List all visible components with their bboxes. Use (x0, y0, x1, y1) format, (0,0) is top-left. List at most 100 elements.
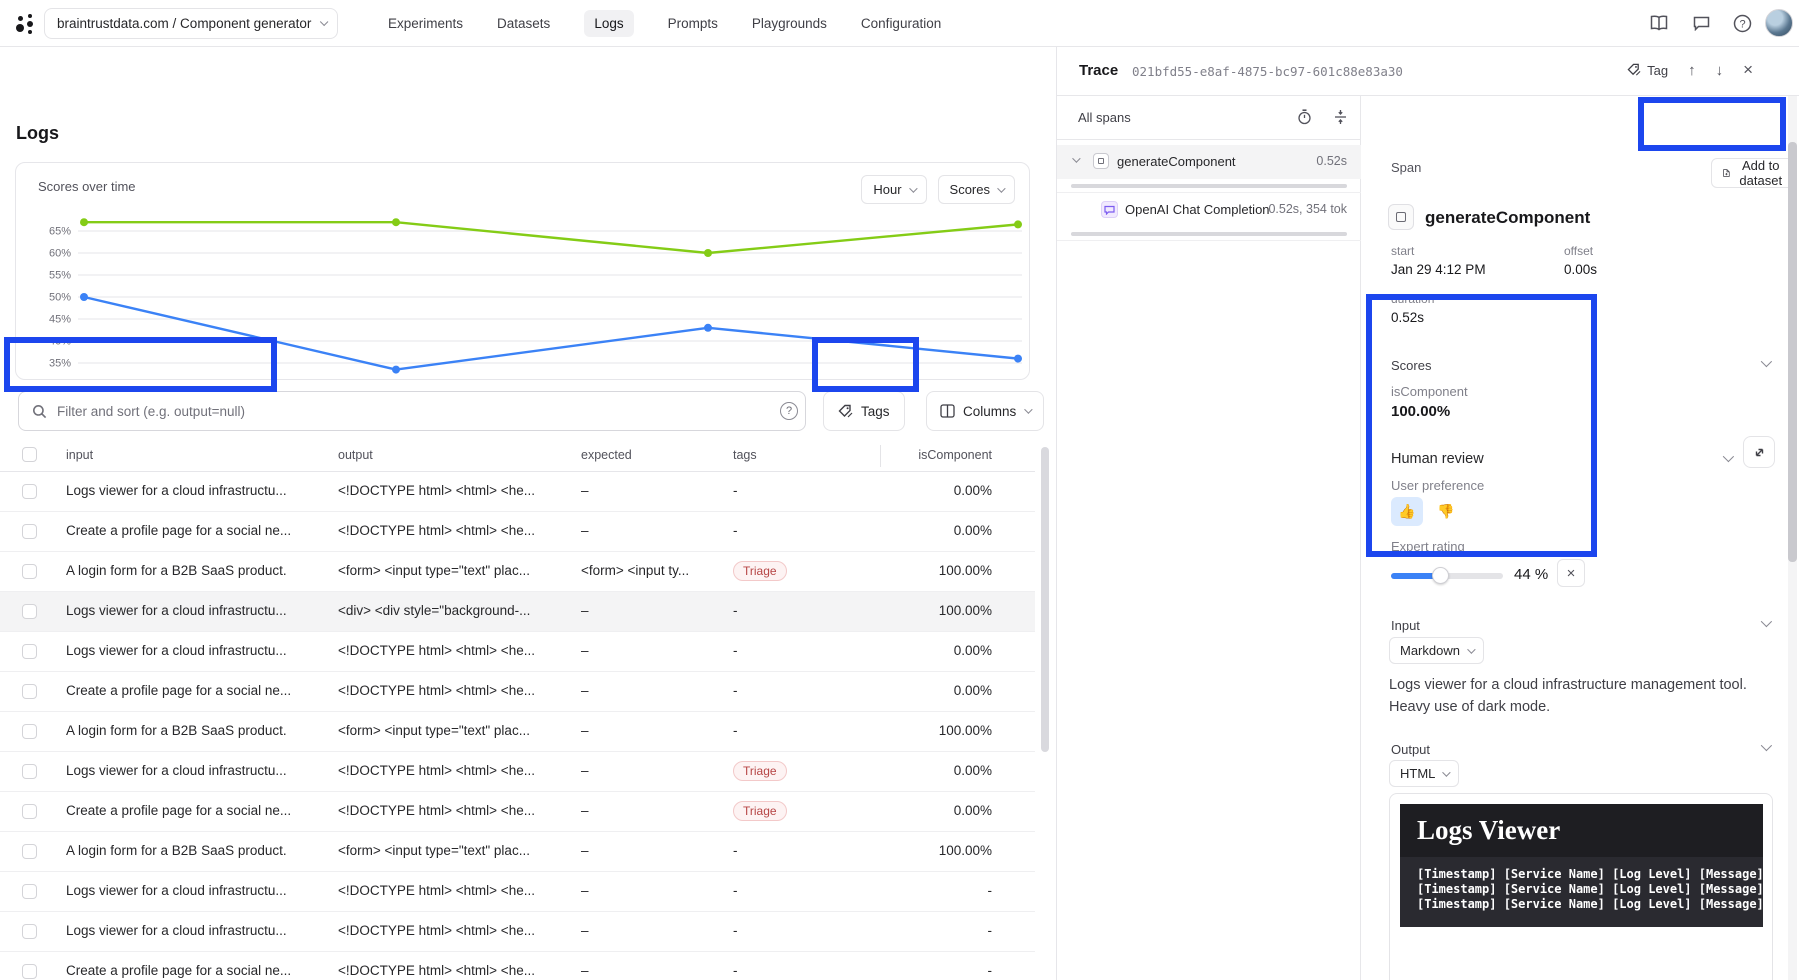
trace-pane: Trace 021bfd55-e8af-4875-bc97-601c88e83a… (1057, 47, 1799, 980)
row-checkbox[interactable] (22, 884, 37, 902)
tags-button[interactable]: Tags (823, 391, 905, 431)
col-output[interactable]: output (338, 448, 570, 462)
row-checkbox[interactable] (22, 924, 37, 942)
row-checkbox[interactable] (22, 724, 37, 742)
docs-book-icon[interactable] (1648, 12, 1670, 34)
input-collapse-icon[interactable] (1761, 616, 1772, 627)
row-checkbox[interactable] (22, 964, 37, 980)
columns-button[interactable]: Columns (926, 391, 1044, 431)
row-checkbox-box[interactable] (22, 884, 37, 899)
scores-collapse-icon[interactable] (1761, 356, 1772, 367)
row-checkbox-box[interactable] (22, 764, 37, 779)
interval-dropdown[interactable]: Hour (861, 175, 926, 204)
span-row-generateComponent[interactable]: generateComponent 0.52s (1057, 145, 1361, 179)
row-checkbox-box[interactable] (22, 844, 37, 859)
row-checkbox[interactable] (22, 804, 37, 822)
human-review-collapse-icon[interactable] (1723, 451, 1734, 462)
cell-tags: - (733, 483, 858, 498)
feedback-chat-icon[interactable] (1690, 12, 1712, 34)
row-checkbox[interactable] (22, 844, 37, 862)
table-row[interactable]: Logs viewer for a cloud infrastructu...<… (0, 912, 1035, 952)
row-checkbox-box[interactable] (22, 804, 37, 819)
clear-rating-button[interactable]: × (1557, 559, 1585, 587)
metric-dropdown[interactable]: Scores (938, 175, 1015, 204)
log-line: [Timestamp] [Service Name] [Log Level] [… (1417, 897, 1763, 912)
col-expected[interactable]: expected (581, 448, 721, 462)
output-format-dropdown[interactable]: HTML (1389, 760, 1459, 787)
row-checkbox-box[interactable] (22, 604, 37, 619)
col-iscomponent[interactable]: isComponent (856, 448, 992, 462)
tab-configuration[interactable]: Configuration (861, 16, 941, 31)
row-checkbox-box[interactable] (22, 964, 37, 979)
row-checkbox[interactable] (22, 564, 37, 582)
row-checkbox-box[interactable] (22, 924, 37, 939)
select-all-checkbox[interactable] (22, 447, 37, 462)
collapse-spans-icon[interactable] (1334, 109, 1347, 125)
table-row[interactable]: Logs viewer for a cloud infrastructu...<… (0, 472, 1035, 512)
stopwatch-icon[interactable] (1297, 109, 1312, 125)
prev-trace-icon[interactable]: ↑ (1688, 62, 1696, 79)
table-row[interactable]: Create a profile page for a social ne...… (0, 512, 1035, 552)
row-checkbox-box[interactable] (22, 684, 37, 699)
chevron-expanded-icon[interactable] (1072, 154, 1080, 162)
row-checkbox[interactable] (22, 684, 37, 702)
add-to-dataset-button[interactable]: Add to dataset (1711, 158, 1797, 188)
svg-text:65%: 65% (49, 226, 71, 238)
table-row[interactable]: A login form for a B2B SaaS product.<for… (0, 552, 1035, 592)
svg-text:?: ? (1739, 18, 1745, 30)
row-checkbox[interactable] (22, 604, 37, 622)
trace-id: 021bfd55-e8af-4875-bc97-601c88e83a30 (1132, 64, 1403, 79)
row-checkbox-box[interactable] (22, 724, 37, 739)
filter-help-icon[interactable]: ? (780, 402, 798, 420)
tab-datasets[interactable]: Datasets (497, 16, 550, 31)
cell-input: Logs viewer for a cloud infrastructu... (66, 603, 324, 618)
row-checkbox[interactable] (22, 644, 37, 662)
detail-scrollbar[interactable] (1788, 142, 1797, 562)
duration-value: 0.52s (1391, 310, 1424, 325)
expert-rating-slider[interactable] (1391, 573, 1503, 579)
tab-logs[interactable]: Logs (584, 10, 633, 37)
table-row[interactable]: Create a profile page for a social ne...… (0, 792, 1035, 832)
user-avatar[interactable] (1765, 9, 1793, 37)
cell-iscomponent: 0.00% (856, 803, 992, 818)
expand-review-button[interactable] (1743, 436, 1775, 468)
table-row[interactable]: Logs viewer for a cloud infrastructu...<… (0, 592, 1035, 632)
filter-input[interactable]: Filter and sort (e.g. output=null) (18, 391, 806, 431)
tab-playgrounds[interactable]: Playgrounds (752, 16, 827, 31)
cell-input: Logs viewer for a cloud infrastructu... (66, 923, 324, 938)
table-row[interactable]: Create a profile page for a social ne...… (0, 952, 1035, 980)
output-collapse-icon[interactable] (1761, 740, 1772, 751)
scores-over-time-card: Scores over time Hour Scores 65%60%55%50… (15, 162, 1030, 380)
table-row[interactable]: Create a profile page for a social ne...… (0, 672, 1035, 712)
col-input[interactable]: input (66, 448, 324, 462)
row-checkbox-box[interactable] (22, 524, 37, 539)
row-checkbox[interactable] (22, 524, 37, 542)
slider-knob[interactable] (1432, 567, 1449, 584)
table-row[interactable]: Logs viewer for a cloud infrastructu...<… (0, 632, 1035, 672)
row-checkbox-box[interactable] (22, 484, 37, 499)
thumbs-down-button[interactable]: 👎 (1430, 497, 1462, 526)
input-format-dropdown[interactable]: Markdown (1389, 637, 1484, 664)
table-row[interactable]: A login form for a B2B SaaS product.<for… (0, 712, 1035, 752)
table-row[interactable]: A login form for a B2B SaaS product.<for… (0, 832, 1035, 872)
table-scrollbar[interactable] (1041, 447, 1049, 752)
project-breadcrumb[interactable]: braintrustdata.com / Component generator (44, 8, 338, 39)
tag-button[interactable]: Tag (1627, 63, 1668, 78)
span-row-openai-chat-completion[interactable]: OpenAI Chat Completion 0.52s, 354 tok (1057, 193, 1361, 227)
row-checkbox[interactable] (22, 484, 37, 502)
row-checkbox[interactable] (22, 764, 37, 782)
row-checkbox-box[interactable] (22, 564, 37, 579)
close-icon[interactable]: × (1743, 60, 1753, 80)
next-trace-icon[interactable]: ↓ (1716, 62, 1724, 79)
thumbs-up-button[interactable]: 👍 (1391, 497, 1423, 526)
file-plus-icon (1723, 166, 1730, 180)
row-checkbox-box[interactable] (22, 644, 37, 659)
help-icon[interactable]: ? (1731, 12, 1753, 34)
table-row[interactable]: Logs viewer for a cloud infrastructu...<… (0, 872, 1035, 912)
span-detail-title: generateComponent (1425, 208, 1590, 228)
tab-experiments[interactable]: Experiments (388, 16, 463, 31)
col-tags[interactable]: tags (733, 448, 858, 462)
table-row[interactable]: Logs viewer for a cloud infrastructu...<… (0, 752, 1035, 792)
tab-prompts[interactable]: Prompts (668, 16, 718, 31)
human-review-label: Human review (1391, 451, 1484, 467)
